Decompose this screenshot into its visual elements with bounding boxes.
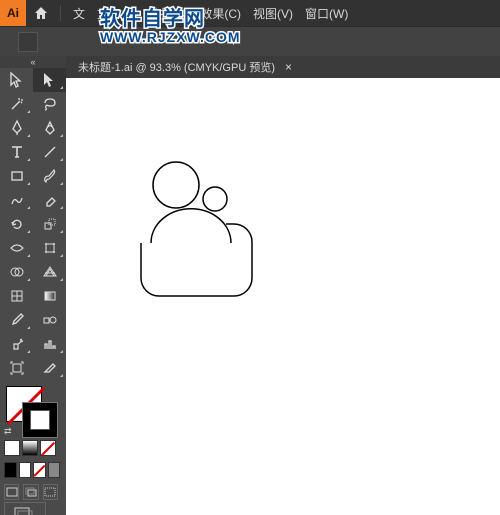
- gradient-tool[interactable]: [33, 284, 66, 308]
- menu-view[interactable]: 视图(V): [247, 5, 299, 22]
- swap-fill-stroke-icon[interactable]: ⇄: [4, 426, 14, 436]
- screen-mode-button[interactable]: [4, 502, 46, 515]
- rotate-tool[interactable]: [0, 212, 33, 236]
- eyedropper-tool[interactable]: [0, 308, 33, 332]
- symbol-sprayer-tool[interactable]: [0, 332, 33, 356]
- tool-grid: [0, 68, 66, 380]
- menu-type[interactable]: 文字(T): [91, 5, 142, 22]
- slice-tool[interactable]: [33, 356, 66, 380]
- draw-normal-icon[interactable]: [4, 484, 19, 500]
- menubar: Ai 文 文字(T) 选择(S) 效果(C) 视图(V) 窗口(W): [0, 0, 500, 26]
- shaper-tool[interactable]: [0, 188, 33, 212]
- app-logo[interactable]: Ai: [0, 0, 26, 26]
- canvas[interactable]: [66, 78, 500, 515]
- menu-effect[interactable]: 效果(C): [194, 5, 247, 22]
- menu-select[interactable]: 选择(S): [142, 5, 194, 22]
- stroke-color-swatch[interactable]: [22, 402, 58, 438]
- lasso-tool[interactable]: [33, 92, 66, 116]
- panel-collapse-icon[interactable]: «: [0, 56, 66, 68]
- menu-file[interactable]: 文: [67, 5, 91, 22]
- pen-tool[interactable]: [0, 116, 33, 140]
- mesh-tool[interactable]: [0, 284, 33, 308]
- menu-window[interactable]: 窗口(W): [299, 5, 354, 22]
- color-mode-color[interactable]: [4, 440, 20, 456]
- close-icon[interactable]: ×: [285, 60, 292, 74]
- direct-selection-tool[interactable]: [33, 68, 66, 92]
- control-strip: [0, 26, 500, 58]
- paintbrush-tool[interactable]: [33, 164, 66, 188]
- document-tab-bar: 未标题-1.ai @ 93.3% (CMYK/GPU 预览) ×: [66, 56, 500, 78]
- eraser-tool[interactable]: [33, 188, 66, 212]
- draw-behind-icon[interactable]: [23, 484, 38, 500]
- column-graph-tool[interactable]: [33, 332, 66, 356]
- line-tool[interactable]: [33, 140, 66, 164]
- scale-tool[interactable]: [33, 212, 66, 236]
- document-tab[interactable]: 未标题-1.ai @ 93.3% (CMYK/GPU 预览) ×: [66, 56, 300, 78]
- type-tool[interactable]: [0, 140, 33, 164]
- artboard-tool[interactable]: [0, 356, 33, 380]
- home-icon[interactable]: [28, 0, 54, 26]
- document-tab-title: 未标题-1.ai @ 93.3% (CMYK/GPU 预览): [78, 59, 275, 75]
- magic-wand-tool[interactable]: [0, 92, 33, 116]
- swatch-none[interactable]: [33, 462, 46, 478]
- free-transform-tool[interactable]: [33, 236, 66, 260]
- selection-tool[interactable]: [0, 68, 33, 92]
- color-swatch-area: ⇄: [0, 384, 66, 515]
- swatch-registration[interactable]: [48, 462, 61, 478]
- shape-builder-tool[interactable]: [0, 260, 33, 284]
- color-mode-gradient[interactable]: [22, 440, 38, 456]
- curvature-tool[interactable]: [33, 116, 66, 140]
- perspective-grid-tool[interactable]: [33, 260, 66, 284]
- rectangle-tool[interactable]: [0, 164, 33, 188]
- document-setup-button[interactable]: [18, 32, 38, 52]
- no-selection-label: [4, 40, 16, 44]
- tools-panel: «: [0, 56, 67, 515]
- swatch-white[interactable]: [19, 462, 32, 478]
- blend-tool[interactable]: [33, 308, 66, 332]
- color-mode-none[interactable]: [40, 440, 56, 456]
- width-tool[interactable]: [0, 236, 33, 260]
- menu-divider: [60, 5, 61, 21]
- draw-inside-icon[interactable]: [43, 484, 58, 500]
- swatch-black[interactable]: [4, 462, 17, 478]
- artwork: [66, 78, 500, 515]
